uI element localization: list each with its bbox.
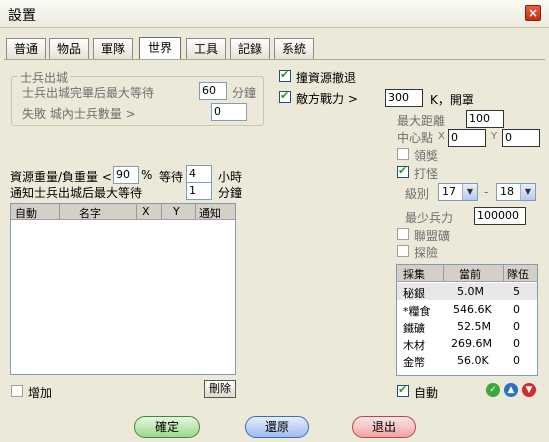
x-label: X [438,131,445,142]
tab-system[interactable]: 系統 [274,38,314,59]
tab-world[interactable]: 世界 [139,37,181,59]
resource-weight-input[interactable]: 90 [113,166,139,184]
tab-log[interactable]: 記錄 [230,38,270,59]
tab-items[interactable]: 物品 [49,38,89,59]
column-current[interactable]: 當前 [459,266,481,282]
level-from-select[interactable]: 17 ▼ [438,183,478,201]
auto-label: 自動 [414,386,439,400]
explore-label: 探險 [414,246,439,260]
column-y[interactable]: Y [173,205,180,218]
resource-current: 52.5M [457,320,491,333]
close-icon[interactable]: × [525,5,541,21]
wait-input[interactable]: 4 [186,165,212,183]
claim-checkbox[interactable] [397,148,409,160]
enemy-power-suffix: K，開罩 [430,93,474,107]
column-auto[interactable]: 自動 [15,205,37,221]
wait-label: 等待 [159,170,184,184]
resource-current: 5.0M [457,285,484,298]
resource-current: 56.0K [457,354,489,367]
exit-button[interactable]: 退出 [352,416,416,438]
alliance-checkbox[interactable] [397,228,409,240]
fail-label: 失敗 城內士兵數量 > [22,107,136,121]
notify-input[interactable]: 1 [186,182,212,200]
level-dash: - [484,185,489,199]
checkmark-icon[interactable]: ✓ [486,383,500,397]
target-list[interactable]: 自動 名字 X Y 通知 [10,203,236,375]
resource-row[interactable]: 鐵礦 52.5M 0 [397,318,537,335]
level-from-value: 17 [442,185,456,198]
tab-general[interactable]: 普通 [6,38,46,59]
explore-checkbox[interactable] [397,245,409,257]
add-label: 增加 [28,386,53,400]
add-checkbox[interactable] [11,385,23,397]
tab-troops[interactable]: 軍隊 [93,38,133,59]
chevron-down-icon: ▼ [520,184,535,200]
resource-team: 0 [513,303,520,316]
column-gather[interactable]: 採集 [403,266,425,282]
resource-row[interactable]: 木材 269.6M 0 [397,335,537,352]
resource-team: 5 [513,285,520,298]
level-label: 級別 [405,187,430,201]
notify-unit: 分鐘 [218,186,243,200]
max-distance-label: 最大距離 [397,114,446,128]
enemy-power-checkbox[interactable] [279,89,291,103]
column-notify[interactable]: 通知 [199,205,221,221]
window-title: 設置 [8,8,36,24]
max-wait-unit: 分鐘 [232,86,257,100]
resource-table-header: 採集 當前 隊伍 [397,265,537,282]
resource-current: 546.6K [453,303,492,316]
target-list-header: 自動 名字 X Y 通知 [11,204,235,220]
enemy-power-input[interactable]: 300 [385,89,423,107]
resource-row[interactable]: 金幣 56.0K 0 [397,352,537,369]
column-x[interactable]: X [142,205,150,218]
resource-table[interactable]: 採集 當前 隊伍 秘銀 5.0M 5 *糧食 546.6K 0 鐵礦 52.5M… [396,264,538,376]
tab-divider [4,59,545,60]
fight-label: 打怪 [414,167,439,181]
resource-weight-label: 資源重量/負重量 < [10,170,112,184]
resource-name: *糧食 [403,305,431,318]
center-label: 中心點 [397,131,434,145]
level-to-value: 18 [500,185,514,198]
resource-team: 0 [513,354,520,367]
resource-name: 金幣 [403,356,425,369]
arrow-up-icon[interactable]: ▲ [504,383,518,397]
resource-team: 0 [513,337,520,350]
resource-name: 鐵礦 [403,322,425,335]
resource-row[interactable]: 秘銀 5.0M 5 [397,283,537,300]
resource-name: 秘銀 [403,287,425,300]
alliance-label: 聯盟礦 [414,229,451,243]
restore-button[interactable]: 還原 [245,416,309,438]
column-team[interactable]: 隊伍 [507,266,529,282]
max-wait-input[interactable]: 60 [199,82,227,100]
retreat-label: 撞資源撤退 [296,71,357,85]
wait-unit: 小時 [218,170,243,184]
enemy-power-label: 敵方戰力 > [296,92,358,106]
title-bar: 設置 × [0,0,549,28]
resource-row[interactable]: *糧食 546.6K 0 [397,301,537,318]
min-troops-label: 最少兵力 [405,211,454,225]
resource-team: 0 [513,320,520,333]
notify-label: 通知士兵出城后最大等待 [10,186,143,200]
resource-current: 269.6M [451,337,492,350]
chevron-down-icon: ▼ [462,184,477,200]
resource-weight-unit: % [141,168,153,182]
auto-checkbox[interactable] [397,383,409,397]
resource-name: 木材 [403,339,425,352]
center-y-input[interactable]: 0 [502,129,540,147]
ok-button[interactable]: 確定 [134,416,200,438]
center-x-input[interactable]: 0 [448,129,486,147]
level-to-select[interactable]: 18 ▼ [496,183,536,201]
arrow-down-icon[interactable]: ▼ [522,383,536,397]
delete-button[interactable]: 刪除 [204,380,236,398]
column-name[interactable]: 名字 [79,205,101,221]
min-troops-input[interactable]: 100000 [474,207,526,225]
fail-input[interactable]: 0 [211,103,247,121]
retreat-checkbox[interactable] [279,68,291,82]
claim-label: 領獎 [414,149,439,163]
max-distance-input[interactable]: 100 [466,110,504,128]
max-wait-label: 士兵出城完畢后最大等待 [22,86,155,100]
tab-tools[interactable]: 工具 [186,38,226,59]
fight-checkbox[interactable] [397,164,409,178]
y-label: Y [491,131,498,142]
